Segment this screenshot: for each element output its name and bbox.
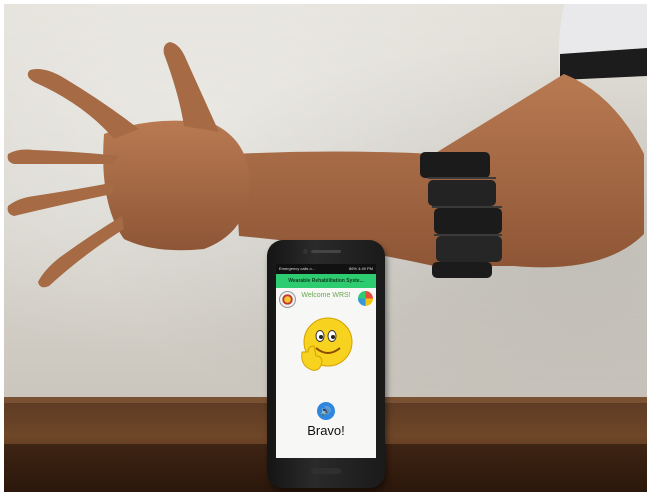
status-bar: Emergency calls o... 86% 4:49 PM [276,264,376,274]
phone-screen: Emergency calls o... 86% 4:49 PM Wearabl… [276,264,376,458]
front-camera [303,249,308,254]
status-carrier: Emergency calls o... [279,266,316,271]
app-title-bar: Wearable Rehabilitation Syste... [276,274,376,288]
smartphone: Emergency calls o... 86% 4:49 PM Wearabl… [267,240,385,488]
home-button[interactable] [311,468,341,474]
welcome-row: Welcome WRS! [276,288,376,310]
earpiece-speaker [311,250,341,253]
status-right: 86% 4:49 PM [348,266,373,271]
thumb [163,42,219,132]
speaker-icon[interactable]: 🔊 [317,402,335,420]
feedback-text: Bravo! [307,423,345,438]
welcome-text: Welcome WRS! [301,292,351,299]
app-logo-icon [358,291,373,306]
smiley-thumbs-up-emoji [298,316,354,374]
photo-scene: Emergency calls o... 86% 4:49 PM Wearabl… [4,4,647,492]
finger-little [38,216,124,288]
finger-middle [7,149,120,164]
finger-ring [7,182,117,216]
hand-palm [103,120,250,251]
finger-index [27,69,139,139]
